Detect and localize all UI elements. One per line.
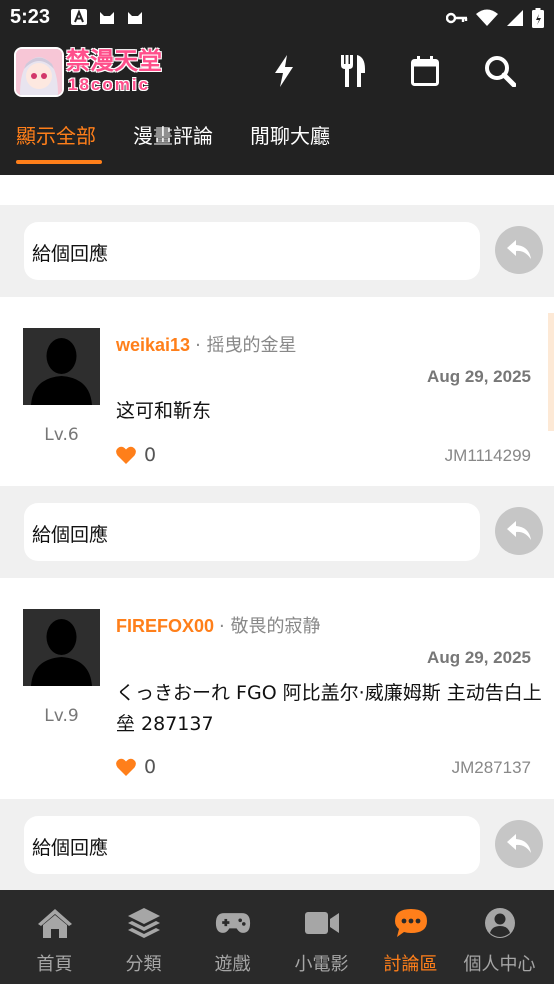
reply-button[interactable] [495,820,543,868]
reply-input[interactable]: 給個回應 [24,222,480,280]
nav-home[interactable]: 首頁 [10,890,99,984]
reply-button[interactable] [495,226,543,274]
chat-icon [393,908,429,938]
logo-subtitle: 18comic [68,75,151,94]
cat-notification-icon [100,12,114,24]
username[interactable]: weikai13 [116,335,190,355]
nav-categories[interactable]: 分類 [99,890,188,984]
comment-feed[interactable]: 給個回應 Lv.6 weikai13 · 摇曳的金星 Aug 29, 2025 … [0,175,554,890]
reply-icon [507,240,531,259]
nav-profile[interactable]: 個人中心 [455,890,544,984]
comment-text: くっきおーれ FGO 阿比盖尔·威廉姆斯 主动告白上垒 287137 [116,682,542,735]
battery-icon [532,8,544,28]
video-icon [304,908,340,938]
comment-author: weikai13 · 摇曳的金星 [116,331,297,357]
nav-short-videos[interactable]: 小電影 [277,890,366,984]
bottom-navigation: 首頁 分類 遊戲 小電影 討論區 個人中心 [0,890,554,984]
signal-icon [507,10,523,26]
app-notification-icon [71,9,87,25]
tab-bar: 顯示全部 漫畫評論 閒聊大廳 [0,106,554,175]
logo-title: 禁漫天堂 [66,48,162,75]
logo-mascot [14,47,64,97]
calendar-icon[interactable] [408,54,442,88]
nav-label: 討論區 [383,954,438,975]
comment-author: FIREFOX00 · 敬畏的寂静 [116,612,321,638]
home-icon [37,908,73,938]
wifi-icon [476,9,498,26]
reply-icon [507,834,531,853]
user-level: Lv.9 [44,706,79,726]
user-icon [482,908,518,938]
status-bar: 5:23 [0,0,554,36]
user-level: Lv.6 [44,425,79,445]
reply-icon [507,521,531,540]
comment-item: Lv.9 FIREFOX00 · 敬畏的寂静 Aug 29, 2025 くっきお… [0,578,554,799]
like-control[interactable]: 0 [116,444,156,466]
app-bar: 禁漫天堂 18comic [0,36,554,106]
user-title: · 摇曳的金星 [195,335,297,356]
utensils-icon[interactable] [336,54,370,88]
cat-notification-icon-2 [128,12,142,24]
feed-top-spacer [0,175,554,205]
user-title: · 敬畏的寂静 [219,616,321,637]
nav-label: 個人中心 [463,954,536,975]
tab-chat-hall[interactable]: 閒聊大廳 [250,120,330,149]
avatar[interactable] [23,328,100,405]
tab-indicator [16,160,102,164]
nav-forum[interactable]: 討論區 [366,890,455,984]
status-time: 5:23 [10,6,51,28]
notification-icons [70,8,144,26]
reply-input[interactable]: 給個回應 [24,503,480,561]
reply-bar: 給個回應 [0,205,554,297]
comic-id-link[interactable]: JM287137 [452,758,531,778]
like-count: 0 [144,444,157,466]
comment-text: 这可和靳东 [116,400,212,422]
nav-label: 首頁 [36,954,73,975]
reply-input[interactable]: 給個回應 [24,816,480,874]
reply-button[interactable] [495,507,543,555]
like-count: 0 [144,756,157,778]
comment-date: Aug 29, 2025 [427,648,531,667]
like-control[interactable]: 0 [116,756,156,778]
heart-icon [116,758,136,776]
search-icon[interactable] [483,54,517,88]
gamepad-icon [215,908,251,938]
layers-icon [126,908,162,938]
app-logo[interactable]: 禁漫天堂 18comic [14,47,170,97]
comment-date: Aug 29, 2025 [427,367,531,386]
vpn-key-icon [446,12,468,24]
tab-show-all[interactable]: 顯示全部 [16,120,96,149]
bolt-icon[interactable] [267,54,301,88]
comic-id-link[interactable]: JM1114299 [445,446,531,466]
system-status-icons [446,8,544,28]
reply-bar: 給個回應 [0,799,554,890]
nav-label: 遊戲 [214,954,251,975]
reply-bar: 給個回應 [0,486,554,578]
nav-label: 小電影 [294,954,349,975]
nav-games[interactable]: 遊戲 [188,890,277,984]
username[interactable]: FIREFOX00 [116,616,214,636]
heart-icon [116,446,136,464]
avatar[interactable] [23,609,100,686]
tab-comic-reviews[interactable]: 漫畫評論 [133,120,213,149]
comment-item: Lv.6 weikai13 · 摇曳的金星 Aug 29, 2025 这可和靳东… [0,297,554,486]
scroll-indicator [548,313,554,431]
nav-label: 分類 [125,954,162,975]
